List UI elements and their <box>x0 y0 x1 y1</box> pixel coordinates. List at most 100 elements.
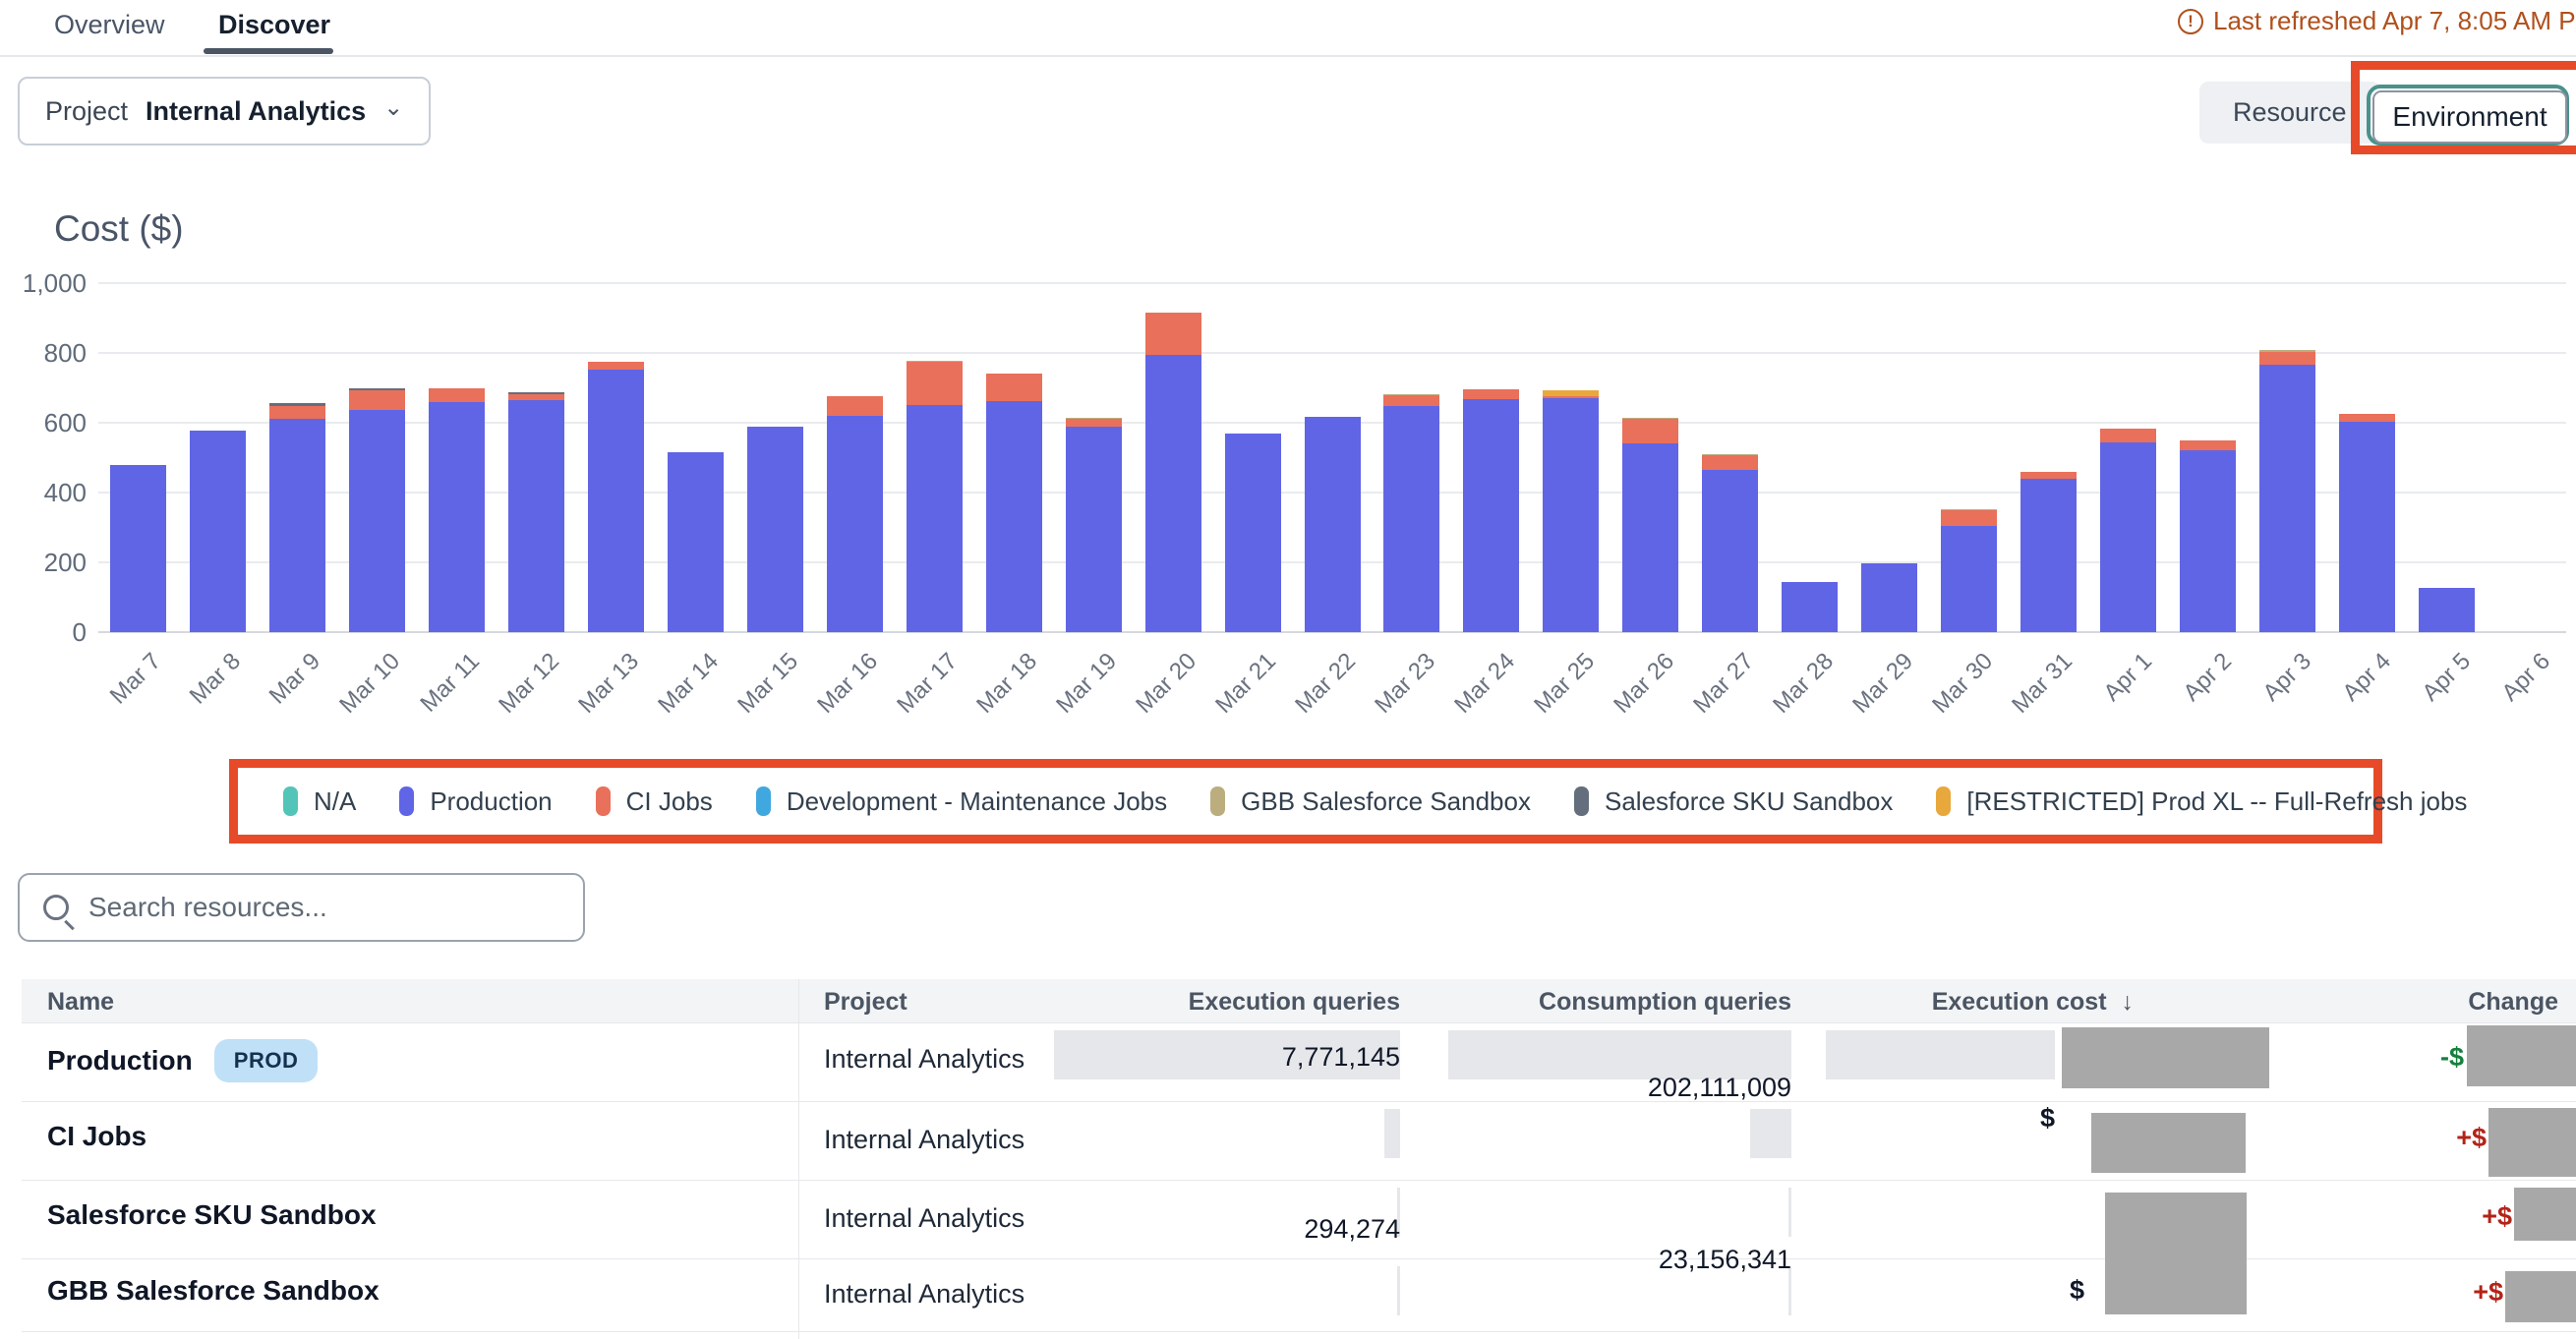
x-axis-tick-label: Mar 11 <box>416 648 486 718</box>
table-row[interactable]: Salesforce SKU Sandbox Internal Analytic… <box>0 183 2576 274</box>
bar-segment-production <box>349 410 405 632</box>
bar-segment-ci-jobs <box>508 394 564 400</box>
x-axis-tick-label: Mar 14 <box>653 648 725 720</box>
annotation-box-environment: Environment <box>2351 61 2576 154</box>
bar-segment-salesforce-sku-sandbox <box>269 403 325 406</box>
project-cell: Internal Analytics <box>824 1279 1025 1310</box>
bar-segment-production <box>1225 434 1281 632</box>
column-header-execution-cost[interactable]: Execution cost ↓ <box>1848 988 2134 1017</box>
y-axis-tick-label: 0 <box>16 617 87 648</box>
bar-segment-production <box>1941 526 1997 632</box>
x-axis-tick-label: Mar 16 <box>812 648 884 720</box>
bar-segment-ci-jobs <box>588 362 644 370</box>
legend-item-development-maintenance[interactable]: Development - Maintenance Jobs <box>756 786 1167 817</box>
search-input[interactable] <box>88 892 521 923</box>
legend-item-ci-jobs[interactable]: CI Jobs <box>596 786 713 817</box>
x-axis-tick-label: Apr 5 <box>2417 648 2476 707</box>
column-header-change[interactable]: Change <box>2362 988 2558 1017</box>
bar-segment-gbb-salesforce-sandbox <box>1383 394 1439 395</box>
bar-segment-ci-jobs <box>1066 419 1122 426</box>
chevron-down-icon: ⌄ <box>383 93 403 122</box>
bar-segment-gbb-salesforce-sandbox <box>2259 350 2315 351</box>
active-tab-underline <box>204 48 333 54</box>
tab-discover[interactable]: Discover <box>218 10 330 40</box>
redaction-box <box>2105 1193 2247 1314</box>
bar-segment-gbb-salesforce-sandbox <box>907 361 963 362</box>
column-header-name[interactable]: Name <box>47 988 114 1017</box>
legend-item-production[interactable]: Production <box>399 786 552 817</box>
bar-segment-ci-jobs <box>1145 313 1201 355</box>
environment-focus-ring: Environment <box>2367 85 2569 146</box>
bar-segment-ci-jobs <box>269 406 325 419</box>
bar-segment-production <box>2100 442 2156 632</box>
resource-name: GBB Salesforce Sandbox <box>47 1275 380 1307</box>
legend-item-na[interactable]: N/A <box>283 786 356 817</box>
bar-segment-ci-jobs <box>1383 395 1439 406</box>
bar-segment-production <box>1383 406 1439 632</box>
x-axis-tick-label: Apr 4 <box>2337 648 2396 707</box>
consumption-queries-cell: 23,156,341 <box>1496 1245 1791 1275</box>
change-prefix: +$ <box>2419 1277 2503 1308</box>
legend-swatch <box>1574 786 1589 816</box>
column-header-consumption-queries[interactable]: Consumption queries <box>1496 988 1791 1017</box>
x-axis-tick-label: Mar 26 <box>1609 648 1680 720</box>
project-filter-value: Internal Analytics <box>146 96 366 127</box>
x-axis-tick-label: Mar 28 <box>1768 648 1840 720</box>
bar-segment-ci-jobs <box>349 390 405 410</box>
legend-item-salesforce-sku-sandbox[interactable]: Salesforce SKU Sandbox <box>1574 786 1893 817</box>
bar-segment-ci-jobs <box>1543 396 1599 398</box>
column-header-project[interactable]: Project <box>824 988 907 1017</box>
project-cell: Internal Analytics <box>824 1203 1025 1234</box>
x-axis-tick-label: Mar 25 <box>1529 648 1601 720</box>
cost-stacked-bar-chart: Mar 7Mar 8Mar 9Mar 10Mar 11Mar 12Mar 13M… <box>98 283 2566 632</box>
bar-segment-ci-jobs <box>1463 389 1519 399</box>
data-bar <box>1750 1109 1791 1158</box>
warning-icon: ! <box>2178 9 2203 34</box>
column-header-execution-queries[interactable]: Execution queries <box>1105 988 1400 1017</box>
search-resources-box <box>18 873 585 942</box>
legend-swatch <box>756 786 771 816</box>
bar-segment-production <box>1305 417 1361 632</box>
x-axis-tick-label: Mar 21 <box>1210 648 1282 720</box>
row-divider <box>22 1101 2576 1102</box>
x-axis-tick-label: Mar 18 <box>971 648 1043 720</box>
bar-segment-production <box>1782 582 1838 632</box>
execution-queries-cell: 7,771,145 <box>1105 1042 1400 1073</box>
data-bar <box>1397 1266 1400 1315</box>
redaction-box <box>2091 1113 2246 1173</box>
y-axis-tick-label: 1,000 <box>16 268 87 299</box>
x-axis-tick-label: Apr 1 <box>2098 648 2157 707</box>
bar-segment-production <box>747 427 803 632</box>
bar-segment-production <box>1463 399 1519 632</box>
x-axis-tick-label: Mar 13 <box>573 648 645 720</box>
bar-segment--restricted-prod-xl-full-refresh-jobs <box>1543 390 1599 396</box>
data-bar <box>1788 1188 1791 1237</box>
row-divider <box>22 1331 2576 1332</box>
bar-segment-production <box>588 370 644 632</box>
y-axis-tick-label: 400 <box>16 478 87 508</box>
bar-segment-ci-jobs <box>1702 455 1758 470</box>
bar-segment-production <box>986 401 1042 632</box>
environment-toggle-button[interactable]: Environment <box>2372 90 2567 144</box>
bar-segment-ci-jobs <box>2180 440 2236 450</box>
bar-segment-production <box>2020 479 2077 632</box>
change-prefix: +$ <box>2402 1123 2487 1153</box>
bar-segment-production <box>2180 450 2236 632</box>
bar-segment-ci-jobs <box>1622 419 1678 443</box>
bar-segment-production <box>508 400 564 632</box>
legend-swatch <box>1210 786 1225 816</box>
bar-segment-production <box>1145 355 1201 632</box>
bar-segment-production <box>110 465 166 632</box>
bar-segment-gbb-salesforce-sandbox <box>1622 418 1678 419</box>
data-bar <box>1384 1109 1400 1158</box>
consumption-queries-cell: 202,111,009 <box>1496 1073 1791 1103</box>
bar-segment-production <box>2419 588 2475 632</box>
y-axis-tick-label: 800 <box>16 338 87 369</box>
legend-item-restricted-prod-xl[interactable]: [RESTRICTED] Prod XL -- Full-Refresh job… <box>1936 786 2467 817</box>
execution-queries-cell: 294,274 <box>1105 1214 1400 1245</box>
bar-segment-production <box>2259 365 2315 632</box>
bar-segment-ci-jobs <box>986 374 1042 401</box>
bar-segment-ci-jobs <box>907 362 963 405</box>
legend-swatch <box>399 786 414 816</box>
legend-item-gbb-salesforce-sandbox[interactable]: GBB Salesforce Sandbox <box>1210 786 1531 817</box>
